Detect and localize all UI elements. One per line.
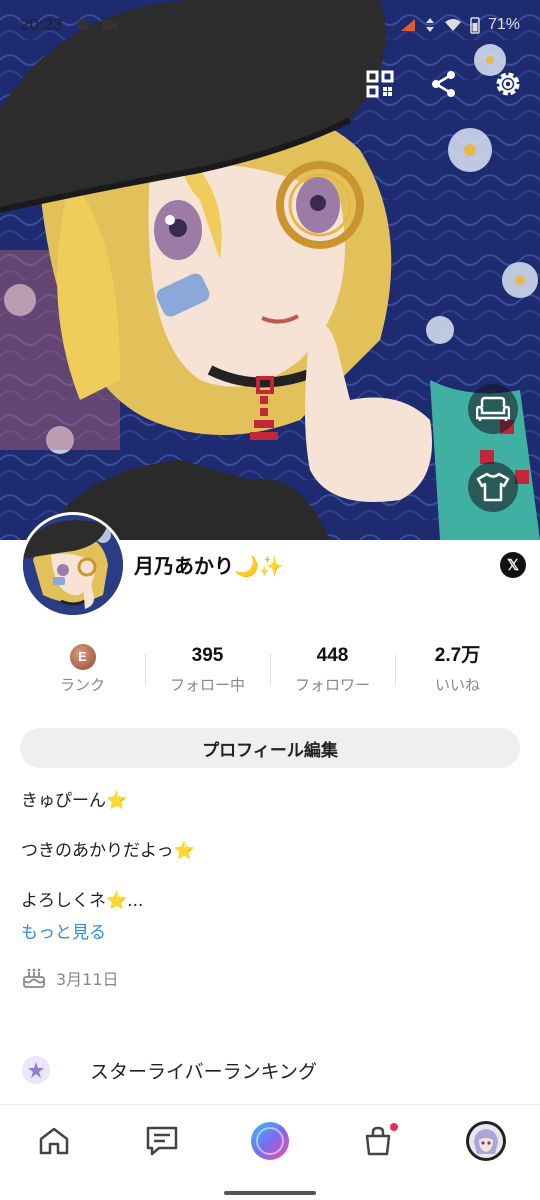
cake-icon [23, 968, 45, 988]
battery-icon [470, 17, 480, 34]
profile-avatar[interactable] [20, 512, 126, 618]
rank-badge: E [69, 644, 96, 670]
stat-value: 448 [316, 645, 349, 666]
shop-icon [365, 1126, 391, 1156]
outfit-button[interactable] [468, 462, 518, 512]
profile-stats: E ランク 395 フォロー中 448 フォロワー 2.7万 いいね [20, 640, 520, 706]
signal-icon [400, 19, 415, 31]
live-icon [251, 1122, 289, 1160]
chat-icon [146, 1126, 178, 1156]
edit-profile-button[interactable]: プロフィール編集 [20, 728, 520, 768]
tshirt-icon [476, 472, 510, 502]
stat-value: 2.7万 [434, 645, 481, 666]
profile-section: 月乃あかり🌙✨ 𝕏 E ランク 395 フォロー中 448 フォロワー 2.7万… [0, 512, 540, 1100]
show-more-link[interactable]: もっと見る [21, 918, 106, 943]
nav-shop[interactable] [356, 1119, 400, 1163]
qr-code-icon[interactable] [362, 66, 398, 102]
sofa-icon [476, 396, 510, 421]
bottom-navigation [0, 1104, 540, 1200]
stat-likes[interactable]: 2.7万 いいね [395, 640, 520, 706]
stat-following[interactable]: 395 フォロー中 [145, 640, 270, 706]
home-icon [39, 1127, 69, 1155]
birthday-text: 3月11日 [56, 970, 119, 989]
bio-line: つきのあかりだよっ⭐ [21, 841, 195, 861]
bio-line: きゅぴーん⭐ [21, 791, 128, 811]
nav-home[interactable] [32, 1119, 76, 1163]
video-icon [101, 20, 118, 30]
nav-chat[interactable] [140, 1119, 184, 1163]
sofa-button[interactable] [468, 384, 518, 434]
x-social-link-icon[interactable]: 𝕏 [500, 552, 526, 578]
stat-followers[interactable]: 448 フォロワー [270, 640, 395, 706]
stat-label: いいね [434, 676, 480, 694]
profile-bio: きゅぴーん⭐ つきのあかりだよっ⭐ よろしくネ⭐... [21, 788, 521, 938]
cover-image: 20:23 71% [0, 0, 540, 540]
nav-my-profile[interactable] [464, 1119, 508, 1163]
profile-name: 月乃あかり🌙✨ [134, 554, 284, 578]
battery-percent: 71% [487, 16, 520, 33]
stat-label: ランク [59, 676, 105, 694]
stat-label: フォロー中 [169, 676, 245, 694]
notification-icon [76, 19, 89, 31]
star-liver-ranking-row[interactable]: スターライバーランキング [0, 1042, 540, 1098]
stat-rank[interactable]: E ランク [20, 640, 145, 706]
home-indicator [224, 1191, 316, 1195]
clock: 20:23 [20, 15, 63, 34]
stat-value: 395 [191, 645, 224, 666]
share-icon[interactable] [426, 66, 462, 102]
nav-live[interactable] [248, 1119, 292, 1163]
notification-dot [390, 1123, 398, 1131]
ranking-icon [22, 1056, 50, 1084]
top-actions [362, 66, 526, 102]
ranking-label: スターライバーランキング [90, 1060, 318, 1083]
status-bar: 20:23 71% [0, 0, 540, 50]
wifi-icon [444, 19, 461, 31]
data-icon [425, 18, 434, 32]
avatar [466, 1121, 506, 1161]
avatar-image [23, 515, 123, 615]
settings-icon[interactable] [490, 66, 526, 102]
birthday: 3月11日 [22, 966, 119, 990]
stat-label: フォロワー [294, 676, 370, 694]
